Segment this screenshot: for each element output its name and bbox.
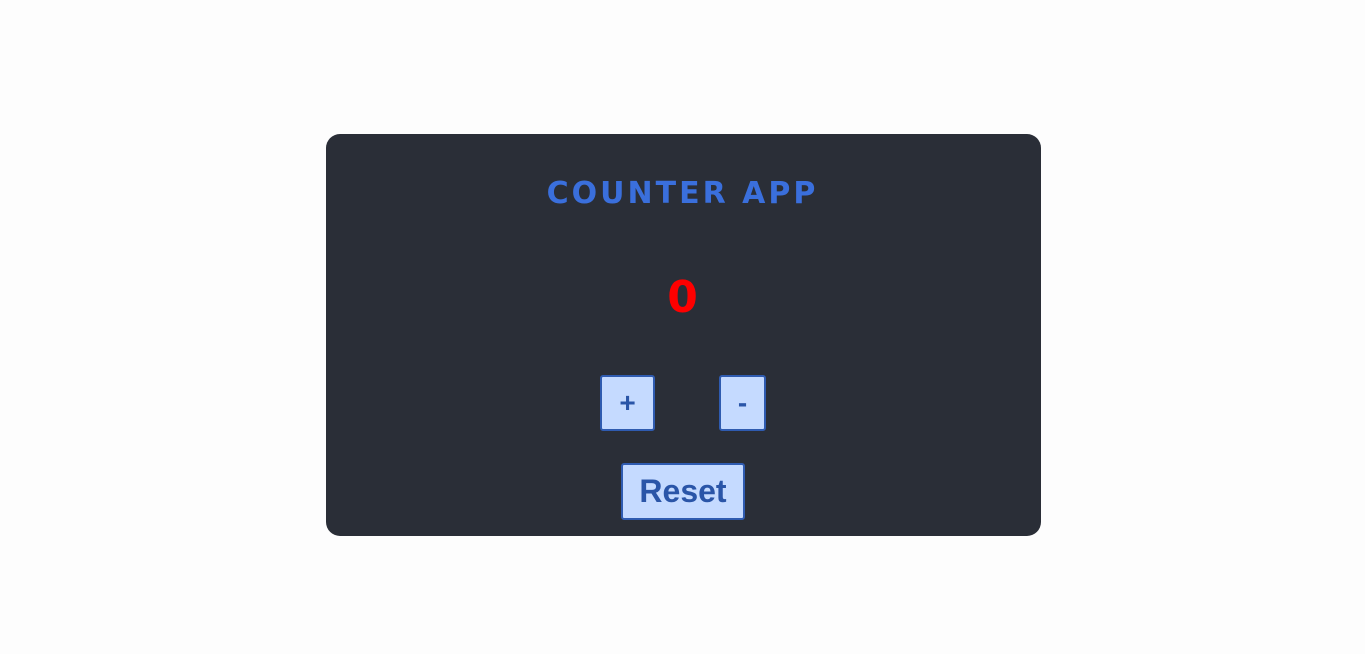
reset-button[interactable]: Reset	[621, 463, 745, 520]
increment-button[interactable]: +	[600, 375, 655, 431]
app-title: COUNTER APP	[546, 176, 819, 211]
decrement-button[interactable]: -	[719, 375, 766, 431]
counter-value: 0	[667, 272, 698, 323]
